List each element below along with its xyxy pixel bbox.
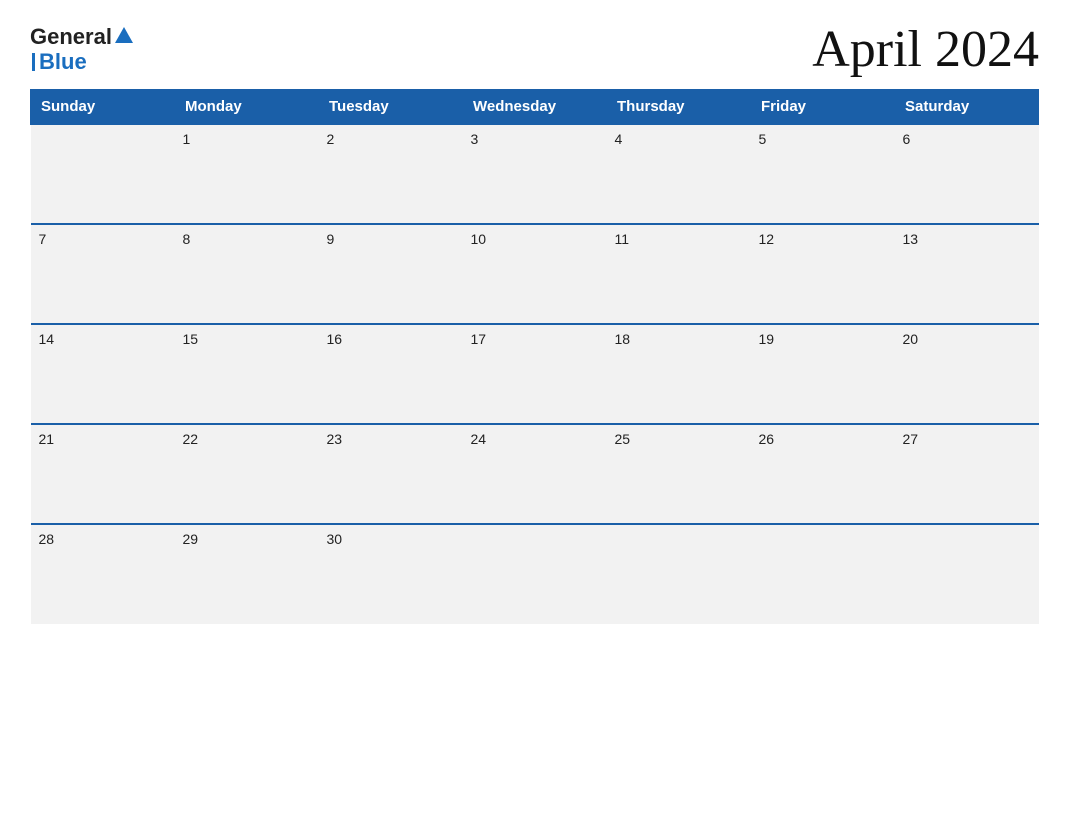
- calendar-day-cell: 3: [463, 124, 607, 224]
- calendar-day-cell: 14: [31, 324, 175, 424]
- day-number: 19: [759, 331, 775, 347]
- calendar-day-cell: 23: [319, 424, 463, 524]
- calendar-week-row: 21 22 23 24 25 26 27: [31, 424, 1039, 524]
- day-number: 8: [183, 231, 191, 247]
- day-number: 6: [903, 131, 911, 147]
- day-number: 30: [327, 531, 343, 547]
- calendar-table: SundayMondayTuesdayWednesdayThursdayFrid…: [30, 89, 1039, 624]
- calendar-day-cell: 25: [607, 424, 751, 524]
- day-number: 9: [327, 231, 335, 247]
- calendar-day-cell: 9: [319, 224, 463, 324]
- day-number: 2: [327, 131, 335, 147]
- day-number: 17: [471, 331, 487, 347]
- calendar-body: 1234567891011121314151617181920212223242…: [31, 124, 1039, 624]
- weekday-header-thursday: Thursday: [607, 90, 751, 125]
- calendar-day-cell: 22: [175, 424, 319, 524]
- logo: General Blue: [30, 25, 133, 73]
- calendar-week-row: 1 2 3 4 5 6: [31, 124, 1039, 224]
- calendar-day-cell: [463, 524, 607, 624]
- page-header: General Blue April 2024: [30, 20, 1039, 79]
- weekday-header-monday: Monday: [175, 90, 319, 125]
- weekday-header-sunday: Sunday: [31, 90, 175, 125]
- day-number: 12: [759, 231, 775, 247]
- day-number: 29: [183, 531, 199, 547]
- calendar-day-cell: 10: [463, 224, 607, 324]
- day-number: 4: [615, 131, 623, 147]
- calendar-day-cell: 7: [31, 224, 175, 324]
- calendar-day-cell: 8: [175, 224, 319, 324]
- day-number: 1: [183, 131, 191, 147]
- calendar-day-cell: 28: [31, 524, 175, 624]
- weekday-header-tuesday: Tuesday: [319, 90, 463, 125]
- day-number: 11: [615, 231, 630, 247]
- calendar-day-cell: [31, 124, 175, 224]
- calendar-day-cell: 4: [607, 124, 751, 224]
- calendar-day-cell: [895, 524, 1039, 624]
- calendar-day-cell: 30: [319, 524, 463, 624]
- logo-triangle-icon: [115, 27, 133, 43]
- day-number: 10: [471, 231, 487, 247]
- day-number: 25: [615, 431, 631, 447]
- calendar-week-row: 14 15 16 17 18 19 20: [31, 324, 1039, 424]
- calendar-day-cell: 18: [607, 324, 751, 424]
- calendar-week-row: 28 29 30: [31, 524, 1039, 624]
- calendar-day-cell: 19: [751, 324, 895, 424]
- calendar-day-cell: 15: [175, 324, 319, 424]
- calendar-day-cell: 27: [895, 424, 1039, 524]
- weekday-header-friday: Friday: [751, 90, 895, 125]
- calendar-day-cell: 26: [751, 424, 895, 524]
- day-number: 13: [903, 231, 919, 247]
- day-number: 22: [183, 431, 199, 447]
- day-number: 27: [903, 431, 919, 447]
- calendar-day-cell: 6: [895, 124, 1039, 224]
- calendar-day-cell: 11: [607, 224, 751, 324]
- day-number: 18: [615, 331, 631, 347]
- day-number: 24: [471, 431, 487, 447]
- calendar-day-cell: 21: [31, 424, 175, 524]
- calendar-week-row: 7 8 9 10 11 12 13: [31, 224, 1039, 324]
- weekday-header-saturday: Saturday: [895, 90, 1039, 125]
- day-number: 15: [183, 331, 199, 347]
- day-number: 5: [759, 131, 767, 147]
- logo-blue-text: Blue: [39, 50, 87, 74]
- logo-blue-bar: [32, 53, 35, 71]
- calendar-day-cell: 20: [895, 324, 1039, 424]
- day-number: 16: [327, 331, 343, 347]
- day-number: 21: [39, 431, 55, 447]
- calendar-day-cell: 5: [751, 124, 895, 224]
- day-number: 7: [39, 231, 47, 247]
- calendar-day-cell: 2: [319, 124, 463, 224]
- calendar-day-cell: 17: [463, 324, 607, 424]
- weekday-header-row: SundayMondayTuesdayWednesdayThursdayFrid…: [31, 90, 1039, 125]
- calendar-header: SundayMondayTuesdayWednesdayThursdayFrid…: [31, 90, 1039, 125]
- logo-general-text: General: [30, 25, 112, 49]
- calendar-day-cell: [751, 524, 895, 624]
- day-number: 14: [39, 331, 55, 347]
- calendar-day-cell: [607, 524, 751, 624]
- calendar-day-cell: 29: [175, 524, 319, 624]
- calendar-day-cell: 1: [175, 124, 319, 224]
- day-number: 23: [327, 431, 343, 447]
- day-number: 3: [471, 131, 479, 147]
- day-number: 26: [759, 431, 775, 447]
- day-number: 28: [39, 531, 55, 547]
- weekday-header-wednesday: Wednesday: [463, 90, 607, 125]
- calendar-day-cell: 16: [319, 324, 463, 424]
- calendar-day-cell: 24: [463, 424, 607, 524]
- month-title: April 2024: [812, 20, 1039, 79]
- calendar-day-cell: 12: [751, 224, 895, 324]
- day-number: 20: [903, 331, 919, 347]
- calendar-day-cell: 13: [895, 224, 1039, 324]
